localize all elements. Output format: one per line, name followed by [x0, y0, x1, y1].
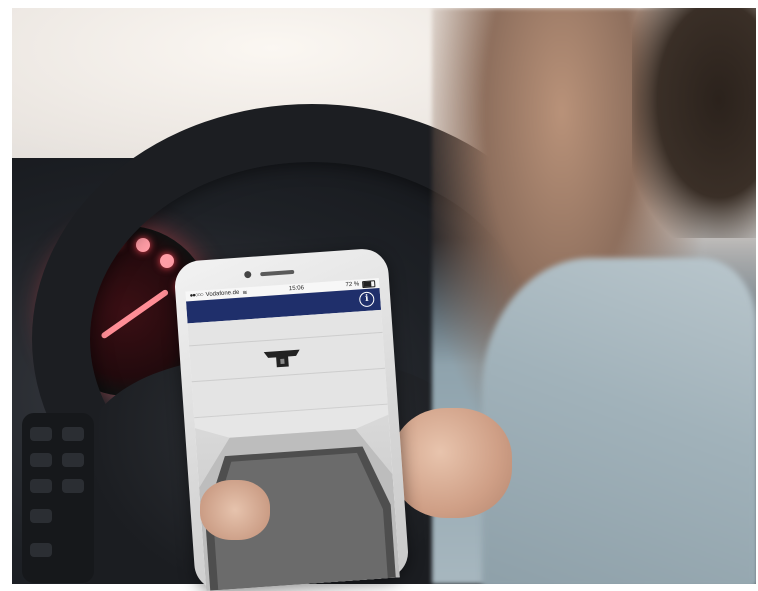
carrier-label: Vodafone.de — [205, 289, 240, 299]
battery-percent: 72 % — [345, 281, 360, 289]
driver-hair — [632, 8, 756, 238]
divider — [189, 331, 383, 347]
status-time: 15:06 — [288, 285, 305, 293]
info-icon[interactable]: i — [358, 291, 375, 308]
wheel-button — [30, 427, 52, 441]
wheel-button — [62, 427, 84, 441]
wheel-button — [30, 509, 52, 523]
signal-icon: ●●○○○ — [189, 292, 203, 300]
wheel-button — [62, 479, 84, 493]
wheel-button — [30, 479, 52, 493]
key-fob-icon[interactable] — [261, 346, 303, 373]
wifi-icon: ≋ — [242, 289, 248, 297]
driver-shoulder — [482, 258, 756, 584]
wheel-button — [30, 453, 52, 467]
wheel-button — [30, 543, 52, 557]
front-camera — [244, 270, 252, 279]
battery-icon — [361, 279, 376, 288]
wheel-button — [62, 453, 84, 467]
wheel-button-pad — [22, 413, 94, 583]
smartphone-icon: ●●○○○ Vodafone.de ≋ 15:06 72 % i — [173, 247, 410, 591]
battery-fill — [363, 281, 372, 287]
key-panel — [187, 309, 388, 419]
driver-hand — [392, 408, 512, 518]
driver-hand — [200, 480, 270, 540]
phone-screen: ●●○○○ Vodafone.de ≋ 15:06 72 % i — [185, 277, 400, 591]
earpiece-speaker — [260, 269, 295, 277]
